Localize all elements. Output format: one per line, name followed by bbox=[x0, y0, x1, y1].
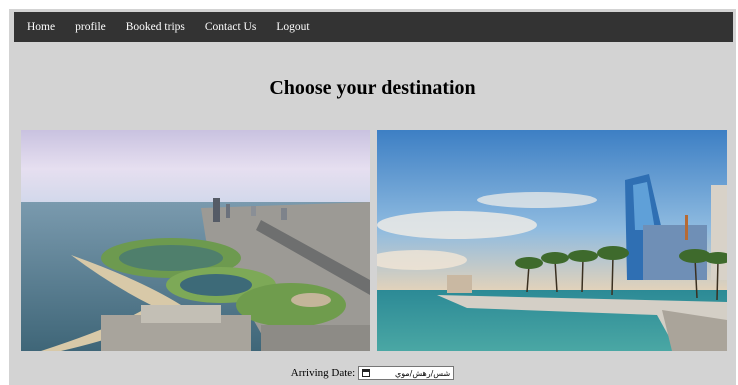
nav-booked-trips[interactable]: Booked trips bbox=[126, 21, 185, 33]
nav-home[interactable]: Home bbox=[27, 21, 55, 33]
page-container: Home profile Booked trips Contact Us Log… bbox=[9, 9, 736, 385]
nav-profile[interactable]: profile bbox=[75, 21, 106, 33]
arriving-date-input[interactable]: شس/رهش/موي bbox=[358, 366, 455, 380]
nav-contact-us[interactable]: Contact Us bbox=[205, 21, 256, 33]
corniche-palms-photo bbox=[377, 130, 727, 351]
arriving-date-label: Arriving Date: bbox=[290, 367, 356, 379]
arriving-date-value: شس/رهش/موي bbox=[394, 368, 451, 378]
coastal-city-aerial-photo bbox=[21, 130, 370, 351]
calendar-icon[interactable] bbox=[362, 369, 371, 377]
page-title: Choose your destination bbox=[269, 77, 476, 99]
destination-image-right[interactable] bbox=[377, 130, 727, 351]
destination-image-left[interactable] bbox=[21, 130, 370, 351]
arriving-date-row: Arriving Date: شس/رهش/موي bbox=[9, 366, 736, 380]
nav-logout[interactable]: Logout bbox=[276, 21, 309, 33]
top-navbar: Home profile Booked trips Contact Us Log… bbox=[14, 12, 733, 42]
